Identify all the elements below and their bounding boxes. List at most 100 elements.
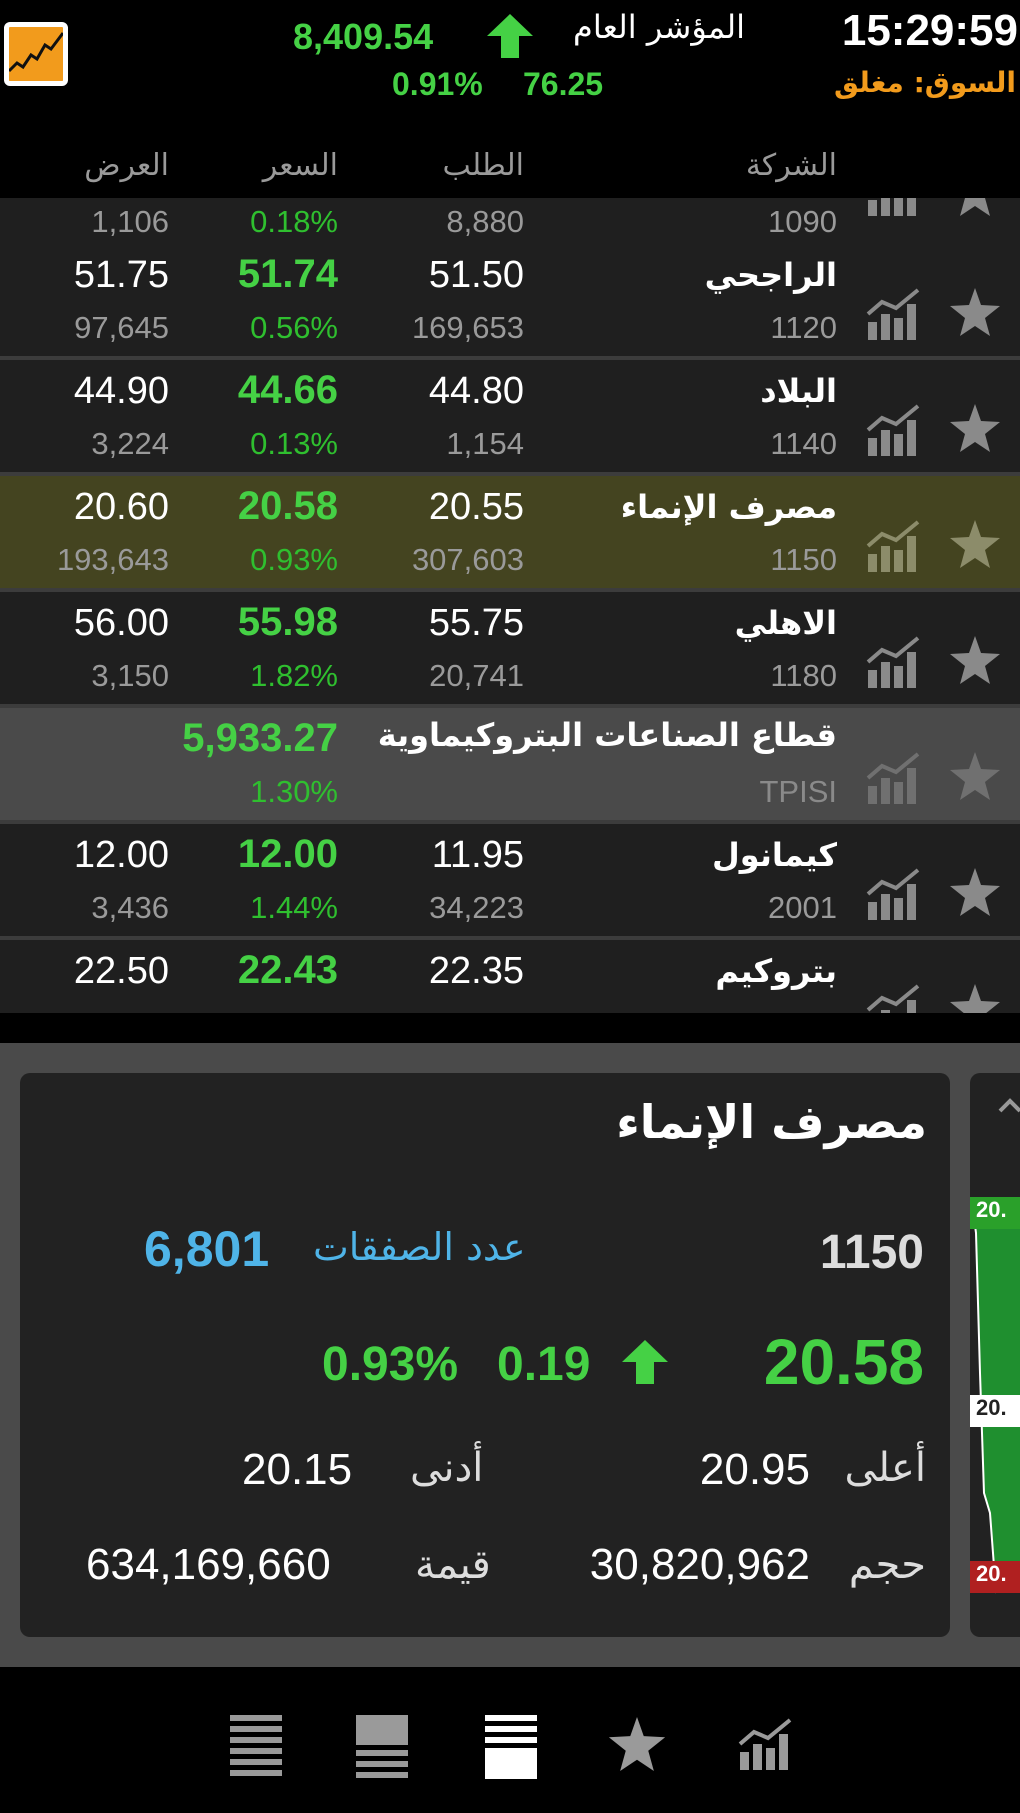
last-price: 20.58	[237, 484, 338, 528]
change-pct: 0.56%	[250, 310, 338, 345]
chart-icon[interactable]	[866, 866, 924, 924]
stock-row-selected[interactable]: مصرف الإنماء 1150 20.55 307,603 20.58 0.…	[0, 476, 1020, 592]
chart-icon[interactable]	[866, 198, 924, 220]
volume-label: حجم	[848, 1542, 926, 1588]
company-name: الاهلي	[734, 604, 837, 642]
ask-quantity: 97,645	[74, 310, 169, 345]
bid-quantity: 20,741	[429, 658, 524, 693]
bid-price: 11.95	[431, 834, 524, 876]
stock-row[interactable]: بتروكيم 22.35 22.43 22.50	[0, 940, 1020, 1013]
change-pct: 0.18%	[250, 204, 338, 239]
star-icon[interactable]	[950, 636, 1000, 688]
detail-change: 0.19	[497, 1338, 591, 1391]
stock-code: 2001	[768, 890, 837, 925]
chart-low-label: 20.	[970, 1561, 1020, 1593]
index-label: المؤشر العام	[573, 8, 745, 46]
bid-quantity: 169,653	[411, 310, 524, 345]
chart-high-label: 20.	[970, 1197, 1020, 1229]
column-header-ask[interactable]: العرض	[84, 148, 169, 183]
stock-row[interactable]: الراجحي 1120 51.50 169,653 51.74 0.56% 5…	[0, 244, 1020, 360]
intraday-chart-card[interactable]: 20. 20. 20.	[970, 1073, 1020, 1637]
ask-quantity: 3,150	[91, 658, 169, 693]
last-price: 44.66	[237, 368, 338, 412]
bid-quantity: 8,880	[446, 204, 524, 239]
ask-quantity: 3,436	[91, 890, 169, 925]
star-icon[interactable]	[950, 198, 1000, 220]
stock-code: 1180	[770, 658, 837, 693]
star-icon[interactable]	[950, 752, 1000, 804]
bid-quantity: 1,154	[446, 426, 524, 461]
stock-row[interactable]: الاهلي 1180 55.75 20,741 55.98 1.82% 56.…	[0, 592, 1020, 708]
app-logo-icon[interactable]	[4, 22, 68, 86]
star-icon[interactable]	[950, 288, 1000, 340]
chart-icon[interactable]	[866, 750, 924, 808]
volume-value: 30,820,962	[589, 1540, 810, 1589]
chart-icon[interactable]	[866, 518, 924, 576]
value-value: 634,169,660	[86, 1540, 331, 1589]
index-value: 8,409.54	[293, 16, 434, 57]
stock-row[interactable]: كيمانول 2001 11.95 34,223 12.00 1.44% 12…	[0, 824, 1020, 940]
column-header-price[interactable]: السعر	[263, 148, 338, 183]
index-change: 76.25	[523, 66, 604, 102]
sector-name: قطاع الصناعات البتروكيماوية	[377, 716, 837, 754]
stock-code: 1120	[770, 310, 837, 345]
last-price: 22.43	[237, 948, 338, 992]
high-value: 20.95	[699, 1445, 810, 1494]
ask-price: 22.50	[73, 950, 169, 992]
star-icon[interactable]	[950, 404, 1000, 456]
change-pct: 1.30%	[250, 774, 338, 809]
star-icon[interactable]	[950, 984, 1000, 1013]
ask-quantity: 193,643	[56, 542, 169, 577]
stock-row[interactable]: البلاد 1140 44.80 1,154 44.66 0.13% 44.9…	[0, 360, 1020, 476]
chart-icon[interactable]	[866, 402, 924, 460]
detail-company-name: مصرف الإنماء	[616, 1095, 927, 1149]
bid-quantity: 307,603	[411, 542, 524, 577]
top-bar: 8,409.54 المؤشر العام 15:29:59 0.91% 76.…	[0, 0, 1020, 140]
clock-time: 15:29:59	[841, 6, 1018, 55]
column-header-company[interactable]: الشركة	[746, 148, 837, 183]
ask-quantity: 3,224	[91, 426, 169, 461]
bid-price: 20.55	[428, 486, 524, 528]
ask-price: 12.00	[73, 834, 169, 876]
stock-list[interactable]: 1090 8,880 0.18% 1,106 الراجحي 1120 51.5…	[0, 198, 1020, 1013]
high-label: أعلى	[844, 1445, 926, 1491]
change-pct: 0.13%	[250, 426, 338, 461]
favorites-star-icon[interactable]	[608, 1717, 666, 1775]
last-price: 51.74	[237, 252, 338, 296]
company-name: كيمانول	[712, 836, 837, 874]
ask-price: 51.75	[73, 254, 169, 296]
change-pct: 1.82%	[250, 658, 338, 693]
list-compact-icon[interactable]	[356, 1715, 408, 1783]
index-change-pct: 0.91%	[392, 66, 483, 102]
company-name: بتروكيم	[715, 952, 837, 990]
star-icon[interactable]	[950, 868, 1000, 920]
low-label: أدنى	[410, 1445, 484, 1491]
ask-price: 56.00	[73, 602, 169, 644]
chart-icon[interactable]	[866, 286, 924, 344]
sector-row[interactable]: قطاع الصناعات البتروكيماوية TPISI 5,933.…	[0, 708, 1020, 824]
list-detail-icon[interactable]	[485, 1715, 537, 1783]
company-name: البلاد	[760, 372, 837, 410]
trades-count-label: عدد الصفقات	[313, 1225, 526, 1269]
chart-icon[interactable]	[738, 1715, 796, 1775]
change-pct: 0.93%	[250, 542, 338, 577]
sector-index-value: 5,933.27	[182, 716, 338, 760]
ask-price: 20.60	[73, 486, 169, 528]
bid-price: 55.75	[428, 602, 524, 644]
stock-code: 1140	[770, 426, 837, 461]
stock-code: 1150	[770, 542, 837, 577]
star-icon[interactable]	[950, 520, 1000, 572]
chart-icon[interactable]	[866, 982, 924, 1013]
chart-icon[interactable]	[866, 634, 924, 692]
bottom-navigation	[0, 1667, 1020, 1813]
chart-mid-label: 20.	[970, 1395, 1020, 1427]
list-large-icon[interactable]	[230, 1715, 282, 1783]
detail-stock-code: 1150	[819, 1226, 924, 1279]
bid-price: 44.80	[428, 370, 524, 412]
company-name: الراجحي	[704, 256, 837, 294]
detail-last-price: 20.58	[763, 1326, 924, 1398]
stock-code: 1090	[768, 204, 837, 239]
column-header-bid[interactable]: الطلب	[443, 148, 524, 183]
up-arrow-icon	[622, 1340, 668, 1388]
market-status: السوق: مغلق	[834, 66, 1016, 99]
